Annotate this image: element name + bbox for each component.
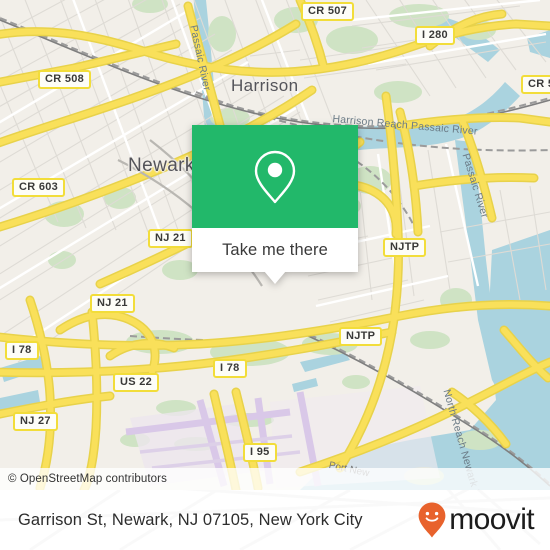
road-shield: I 78 [213, 359, 247, 378]
road-shield: CR 50 [521, 75, 550, 94]
moovit-wordmark: moovit [449, 503, 534, 536]
road-shield: I 95 [243, 443, 277, 462]
popup-action-bar[interactable]: Take me there [192, 228, 358, 272]
road-shield: NJ 27 [13, 412, 58, 431]
road-shield: CR 507 [301, 2, 355, 21]
take-me-there-popup[interactable]: Take me there [192, 125, 358, 284]
moovit-smiley-pin-icon [418, 502, 446, 538]
take-me-there-label: Take me there [222, 240, 328, 259]
osm-attribution[interactable]: © OpenStreetMap contributors [0, 468, 550, 490]
popup-header [192, 125, 358, 228]
road-shield: NJ 21 [90, 294, 135, 313]
road-shield: NJ 21 [148, 229, 193, 248]
road-shield: NJTP [339, 327, 383, 346]
footer-bar: Garrison St, Newark, NJ 07105, New York … [0, 490, 550, 550]
road-shield: US 22 [113, 373, 160, 392]
map-pin-icon [254, 150, 296, 203]
road-shield: I 78 [5, 341, 39, 360]
popup-tail [264, 271, 286, 284]
road-shield: NJTP [383, 238, 427, 257]
moovit-map-card: Newark Harrison Passaic River Harrison R… [0, 0, 550, 550]
road-shield: I 280 [415, 26, 455, 45]
address-label: Garrison St, Newark, NJ 07105, New York … [18, 510, 363, 529]
footer-content: Garrison St, Newark, NJ 07105, New York … [0, 490, 550, 550]
road-shield: CR 603 [12, 178, 66, 197]
moovit-logo[interactable]: moovit [417, 501, 535, 539]
road-shield: CR 508 [38, 70, 92, 89]
